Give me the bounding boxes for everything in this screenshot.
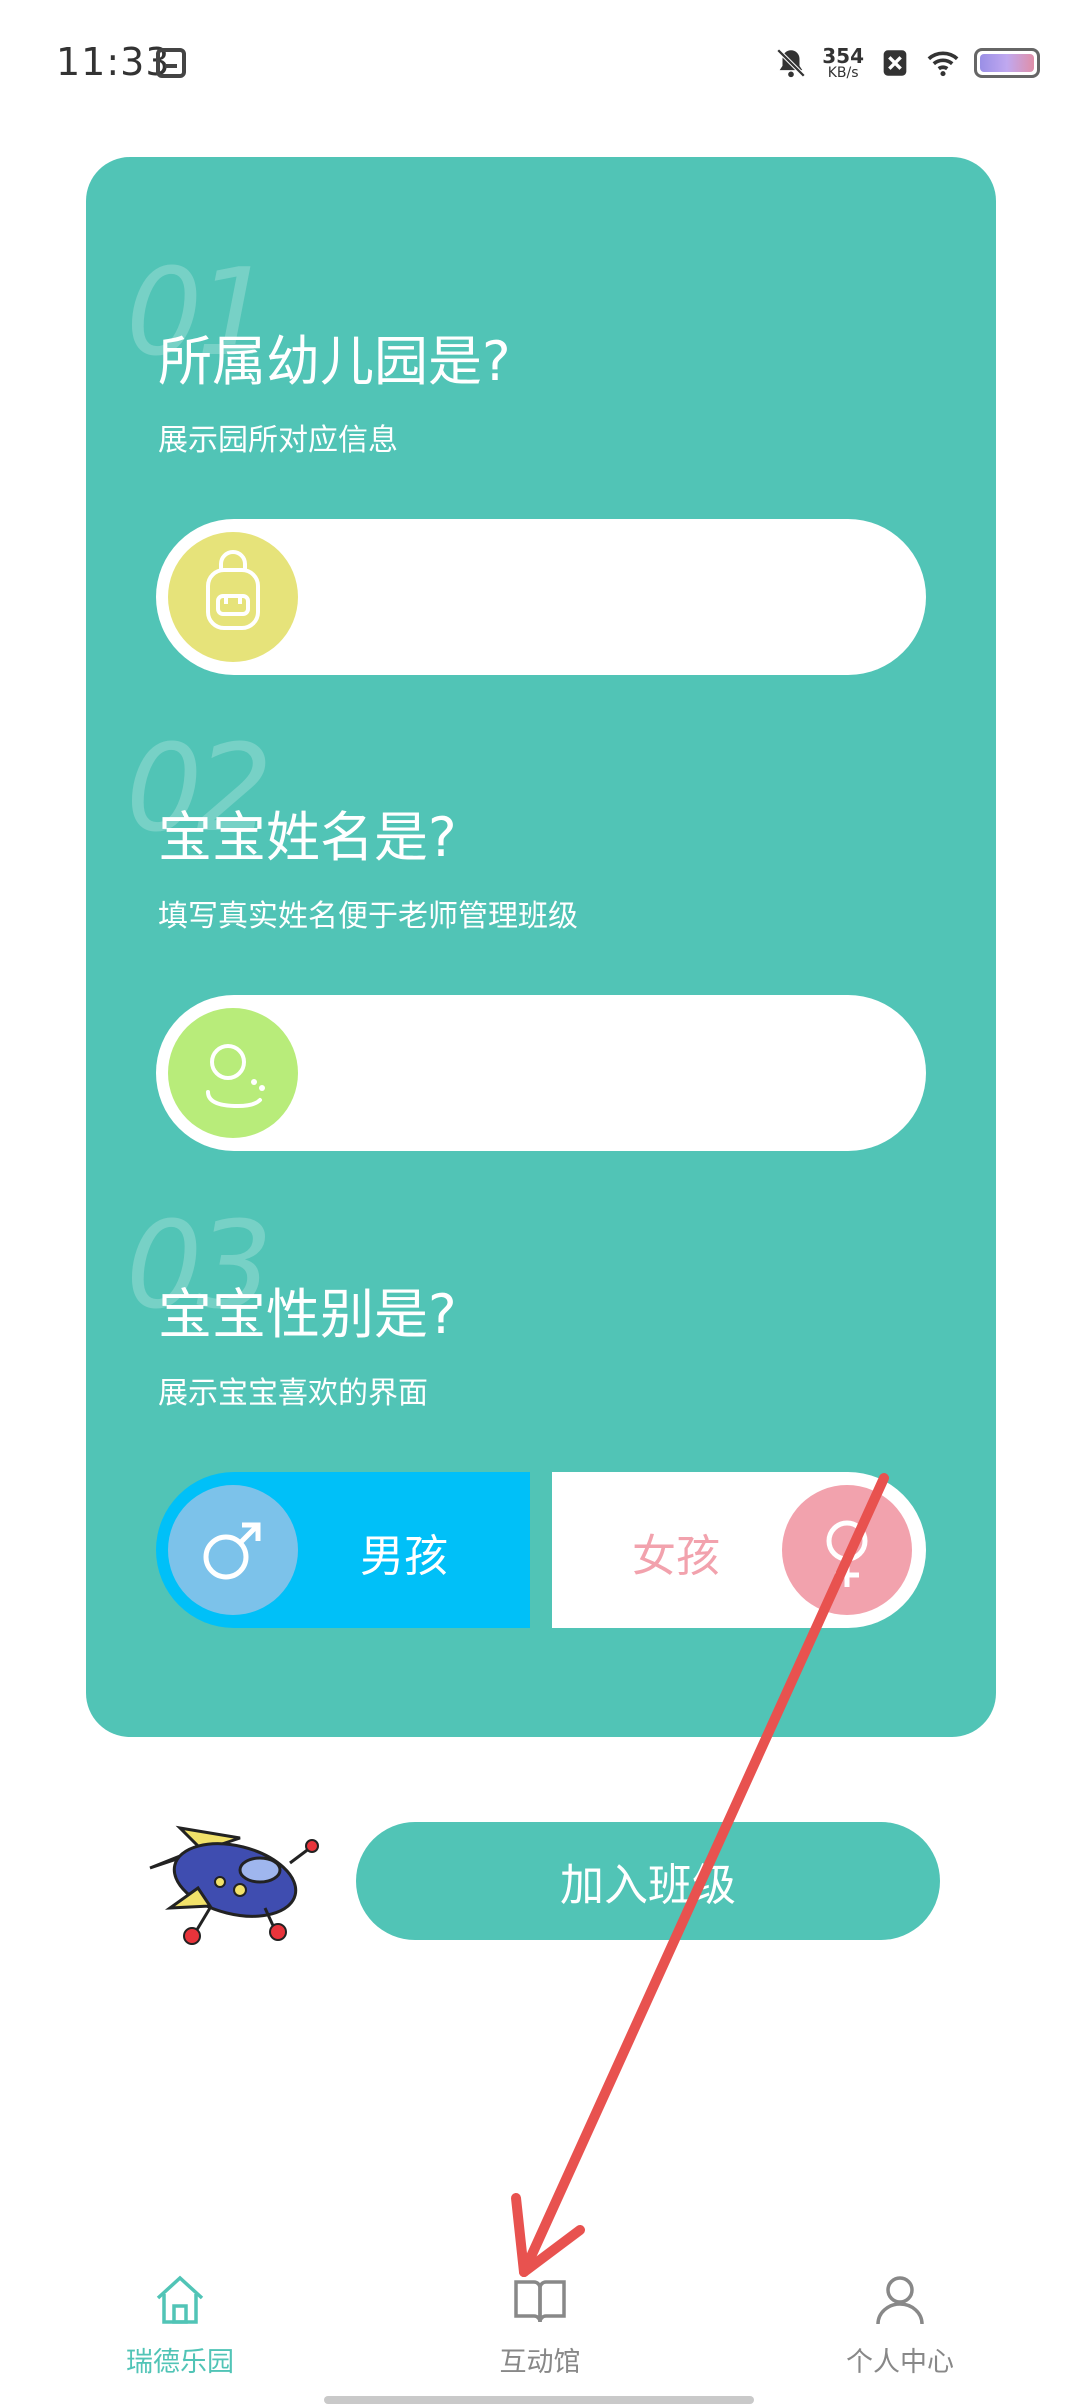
speed-value: 354: [822, 44, 864, 68]
wifi-icon: [927, 51, 959, 77]
male-symbol-icon: [168, 1485, 298, 1615]
nav-label-profile: 个人中心: [846, 2347, 954, 2378]
gender-boy-option[interactable]: 男孩: [156, 1472, 530, 1628]
section-title-kindergarten: 所属幼儿园是?: [158, 330, 511, 393]
speed-unit: KB/s: [827, 65, 859, 81]
network-speed: 354 KB/s: [822, 46, 864, 80]
join-class-form-card: 01 所属幼儿园是? 展示园所对应信息 02 宝宝姓名是? 填写真实姓名便于老师…: [86, 157, 996, 1737]
nav-item-profile[interactable]: 个人中心: [780, 2270, 1020, 2379]
backpack-icon: [168, 532, 298, 662]
book-icon: [514, 2280, 566, 2323]
section-title-baby-name: 宝宝姓名是?: [158, 806, 457, 869]
status-icons: 354 KB/s: [774, 38, 1040, 88]
mute-bell-icon: [776, 48, 806, 78]
nav-item-interactive-hall[interactable]: 互动馆: [420, 2270, 660, 2379]
bottom-nav: 瑞德乐园 互动馆 个人中心: [0, 2270, 1080, 2408]
notification-app-icon: [156, 48, 186, 78]
kindergarten-input[interactable]: [156, 519, 926, 675]
join-class-button[interactable]: 加入班级: [356, 1822, 940, 1940]
gender-boy-label: 男孩: [360, 1531, 448, 1582]
section-subtitle-kindergarten: 展示园所对应信息: [158, 423, 398, 458]
baby-face-icon: [168, 1008, 298, 1138]
gender-girl-label: 女孩: [632, 1531, 720, 1582]
section-title-gender: 宝宝性别是?: [158, 1283, 457, 1346]
nav-item-home[interactable]: 瑞德乐园: [60, 2270, 300, 2379]
gender-girl-option[interactable]: 女孩: [552, 1472, 926, 1628]
status-time: 11:33: [56, 40, 171, 84]
section-subtitle-baby-name: 填写真实姓名便于老师管理班级: [158, 899, 578, 934]
rocket-mascot-image: [149, 1825, 319, 1945]
battery-icon: [974, 48, 1040, 78]
section-subtitle-gender: 展示宝宝喜欢的界面: [158, 1376, 428, 1411]
gender-selector: 男孩 女孩: [156, 1472, 926, 1628]
screen: 11:33 354 KB/s 01 所属幼儿园是? 展示园所对应信息 02 宝宝…: [0, 0, 1080, 2408]
home-indicator[interactable]: [324, 2396, 754, 2404]
no-sim-icon: [883, 50, 907, 76]
person-icon: [876, 2276, 924, 2325]
baby-name-input[interactable]: [156, 995, 926, 1151]
female-symbol-icon: [782, 1485, 912, 1615]
home-icon: [156, 2275, 204, 2324]
nav-label-interactive-hall: 互动馆: [499, 2347, 581, 2378]
status-bar: 11:33 354 KB/s: [0, 0, 1080, 130]
nav-label-home: 瑞德乐园: [126, 2347, 234, 2378]
